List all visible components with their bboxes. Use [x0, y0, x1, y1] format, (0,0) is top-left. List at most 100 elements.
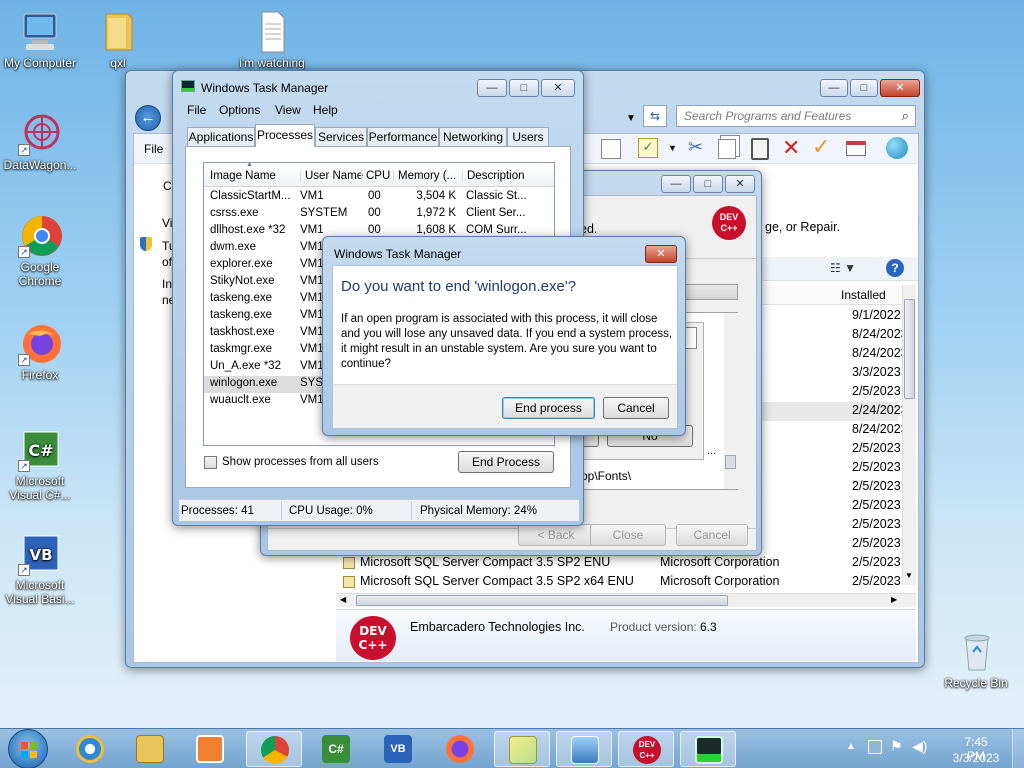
back-nav-button[interactable]: ←: [135, 105, 161, 131]
search-input[interactable]: Search Programs and Features: [684, 109, 851, 123]
status-divider: [411, 502, 412, 520]
minimize-button[interactable]: —: [820, 79, 848, 97]
scroll-right-icon[interactable]: ▶: [891, 595, 897, 604]
maximize-button[interactable]: □: [850, 79, 878, 97]
process-name: dwm.exe: [210, 241, 257, 253]
menu-view[interactable]: View: [275, 103, 301, 117]
close-button[interactable]: ✕: [880, 79, 920, 97]
scroll-left-icon[interactable]: ◀: [340, 595, 346, 604]
network-icon[interactable]: [868, 740, 882, 754]
process-memory: 3,504 K: [416, 190, 456, 202]
column-image-name[interactable]: Image Name: [210, 170, 276, 182]
horizontal-scrollbar[interactable]: ◀ ▶: [336, 593, 916, 607]
show-all-label[interactable]: Show processes from all users: [222, 456, 379, 468]
tab-services[interactable]: Services: [315, 127, 367, 146]
end-process-button[interactable]: End Process: [458, 451, 554, 473]
flag-icon[interactable]: ⚑: [890, 738, 903, 755]
show-all-checkbox[interactable]: [204, 456, 217, 469]
file-menu[interactable]: File: [144, 142, 163, 156]
minimize-button[interactable]: —: [477, 79, 507, 97]
taskbar-visual-basic[interactable]: VB: [370, 731, 426, 767]
desktop-icon-visual-csharp[interactable]: C# ↗ Microsoft Visual C#...: [0, 428, 80, 502]
dialog-body: Do you want to end 'winlogon.exe'? If an…: [332, 265, 678, 429]
scrollbar-thumb[interactable]: [904, 299, 915, 399]
datawagon-icon: ↗: [18, 112, 62, 156]
taskbar-media-player[interactable]: [182, 731, 238, 767]
taskbar-chrome[interactable]: [246, 731, 302, 767]
back-button[interactable]: < Back: [518, 524, 594, 546]
dropdown-arrow-icon[interactable]: ▼: [668, 143, 677, 153]
scrollbar-thumb[interactable]: [725, 455, 736, 469]
paste-icon[interactable]: [751, 138, 769, 160]
column-memory[interactable]: Memory (...: [393, 170, 461, 182]
help-icon[interactable]: ?: [886, 259, 904, 277]
globe-icon[interactable]: [886, 137, 908, 159]
column-description[interactable]: Description: [462, 170, 534, 182]
start-button[interactable]: [8, 729, 48, 768]
menu-help[interactable]: Help: [313, 103, 338, 117]
setup-close-button[interactable]: Close: [590, 524, 666, 546]
column-cpu[interactable]: CPU: [361, 170, 391, 182]
volume-icon[interactable]: ◀): [912, 738, 927, 755]
page-icon[interactable]: [601, 139, 621, 159]
taskbar-firefox[interactable]: [432, 731, 488, 767]
taskbar-sticky-notes[interactable]: [494, 731, 550, 767]
taskbar-explorer[interactable]: [122, 731, 178, 767]
tab-applications[interactable]: Applications: [187, 127, 255, 146]
setup-cancel-button[interactable]: Cancel: [676, 524, 748, 546]
close-button[interactable]: ✕: [725, 175, 755, 193]
cut-icon[interactable]: ✂: [688, 137, 703, 158]
close-button[interactable]: ✕: [541, 79, 575, 97]
confirm-cancel-button[interactable]: Cancel: [603, 397, 669, 419]
desktop-icon-my-computer[interactable]: My Computer: [0, 10, 80, 70]
taskbar-visual-csharp[interactable]: C#: [308, 731, 364, 767]
dropdown-icon[interactable]: ▼: [626, 113, 636, 124]
vertical-scrollbar[interactable]: ▼: [902, 285, 916, 585]
menu-options[interactable]: Options: [219, 103, 260, 117]
left-panel-link[interactable]: of: [162, 255, 172, 269]
desktop-icon-visual-basic[interactable]: VB ↗ Microsoft Visual Basi...: [0, 532, 80, 606]
clock-date[interactable]: 3/3/2023: [950, 751, 1002, 765]
minimize-button[interactable]: —: [661, 175, 691, 193]
log-scrollbar[interactable]: [724, 313, 738, 489]
process-name: dllhost.exe *32: [210, 224, 286, 236]
program-row[interactable]: Microsoft SQL Server Compact 3.5 SP2 ENU…: [336, 554, 901, 573]
tab-processes[interactable]: Processes: [255, 124, 315, 147]
desktop-icon-firefox[interactable]: ↗ Firefox: [0, 322, 80, 382]
refresh-button[interactable]: ⇆: [643, 105, 667, 127]
delete-icon[interactable]: ✕: [782, 135, 800, 161]
scroll-down-icon[interactable]: ▼: [905, 571, 913, 580]
desktop-icon-qxl[interactable]: qxl: [78, 10, 158, 70]
taskbar-ie[interactable]: [62, 731, 118, 767]
desktop-icon-google-chrome[interactable]: ↗ Google Chrome: [0, 214, 80, 288]
maximize-button[interactable]: □: [693, 175, 723, 193]
taskbar-programs-features[interactable]: [556, 731, 612, 767]
column-user-name[interactable]: User Name: [300, 170, 364, 182]
taskbar-task-manager[interactable]: [680, 731, 736, 767]
menu-file[interactable]: File: [187, 103, 206, 117]
view-options-icon[interactable]: ☷ ▼: [830, 261, 856, 275]
taskbar-devcpp-setup[interactable]: DEV C++: [618, 731, 674, 767]
tab-networking[interactable]: Networking: [439, 127, 507, 146]
window-icon[interactable]: [846, 141, 866, 156]
maximize-button[interactable]: □: [509, 79, 539, 97]
desktop-icon-recycle-bin[interactable]: Recycle Bin: [936, 630, 1016, 690]
close-button[interactable]: ✕: [645, 245, 677, 263]
confirm-end-process-button[interactable]: End process: [502, 397, 595, 419]
desktop-icon-im-watching[interactable]: i'm watching: [232, 10, 312, 70]
process-row[interactable]: ClassicStartM... VM1 00 3,504 K Classic St..…: [204, 189, 554, 206]
program-row[interactable]: Microsoft SQL Server Compact 3.5 SP2 x64…: [336, 573, 901, 592]
check-icon[interactable]: ✓: [812, 134, 830, 160]
tab-users[interactable]: Users: [507, 127, 549, 146]
process-row[interactable]: csrss.exe SYSTEM 00 1,972 K Client Ser...: [204, 206, 554, 223]
search-box[interactable]: Search Programs and Features ⌕: [676, 105, 916, 127]
search-icon[interactable]: ⌕: [902, 108, 909, 124]
desktop-icon-datawagon[interactable]: ↗ DataWagon...: [0, 112, 80, 172]
show-hidden-icons[interactable]: ▲: [846, 741, 856, 752]
show-desktop-button[interactable]: [1012, 729, 1024, 768]
installed-on-header[interactable]: Installed: [841, 288, 886, 302]
copy-icon[interactable]: [718, 139, 736, 159]
tab-performance[interactable]: Performance: [367, 127, 439, 146]
scrollbar-thumb[interactable]: [356, 595, 728, 606]
checklist-icon[interactable]: ✓: [638, 138, 658, 158]
